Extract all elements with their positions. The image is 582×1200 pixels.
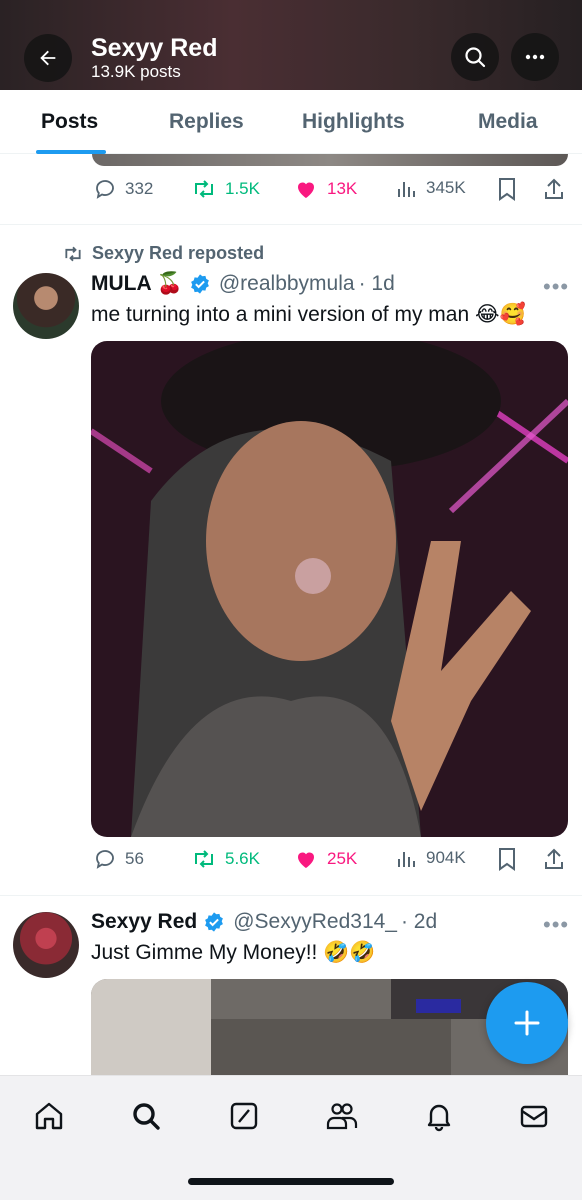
tweet-more-icon[interactable]: ••• [543,912,569,938]
search-button[interactable] [451,33,499,81]
views-icon [398,182,415,197]
verified-badge-icon [205,912,224,932]
repost-icon [65,246,81,261]
repost-count: 5.6K [225,849,260,868]
tweet-more-icon[interactable]: ••• [543,274,569,300]
repost-icon [195,180,213,198]
tab-media[interactable]: Media [478,110,538,134]
share-icon [545,178,563,199]
tab-replies[interactable]: Replies [169,110,244,134]
views-button[interactable]: 904K [396,847,466,869]
tweet-media[interactable] [92,154,568,166]
bookmark-button[interactable] [497,177,525,201]
reply-icon [96,850,114,869]
nav-messages[interactable] [516,1098,552,1134]
profile-tabs: Posts Replies Highlights Media [0,90,582,154]
views-icon [398,852,415,867]
nav-search[interactable] [128,1098,164,1134]
tweet-actions: 56 5.6K 25K 904K [0,847,582,877]
nav-grok[interactable] [226,1098,262,1134]
reply-icon [96,180,114,199]
compose-button[interactable] [486,982,568,1064]
like-button[interactable]: 13K [293,177,357,201]
tab-highlights[interactable]: Highlights [302,110,405,134]
tweet-time: · 1d [358,272,395,295]
back-button[interactable] [24,34,72,82]
search-icon [133,1103,160,1130]
author-name[interactable]: Sexyy Red [91,910,197,934]
tweet-text: me turning into a mini version of my man… [91,303,526,326]
author-name[interactable]: MULA 🍒 [91,272,183,296]
repost-count: 1.5K [225,179,260,198]
heart-icon [298,852,314,868]
repost-label-text: Sexyy Red reposted [92,243,265,263]
communities-icon [326,1103,358,1130]
more-button[interactable] [511,33,559,81]
post-count: 13.9K posts [91,62,181,81]
view-count: 345K [426,178,466,197]
tweet-author-row: MULA 🍒 @realbbymula · 1d [91,272,395,296]
reply-button[interactable]: 332 [93,177,153,201]
mail-icon [520,1105,548,1128]
search-icon [465,47,486,68]
profile-name: Sexyy Red [91,34,218,62]
tweet-media[interactable] [91,341,568,837]
author-handle[interactable]: @realbbymula [219,272,355,296]
reply-button[interactable]: 56 [93,847,144,871]
bookmark-icon [499,848,515,871]
tweet-time: · 2d [400,910,438,933]
more-icon [525,54,545,60]
views-button[interactable]: 345K [396,177,466,199]
tweet-actions: 332 1.5K 13K 345K [0,177,582,207]
divider [0,895,582,896]
nav-notifications[interactable] [421,1098,457,1134]
tweet-author-row: Sexyy Red @SexyyRed314_ · 2d [91,910,437,934]
like-count: 25K [327,849,358,868]
profile-header: Sexyy Red 13.9K posts [0,0,582,90]
like-count: 13K [327,179,358,198]
reply-count: 56 [125,849,144,868]
repost-button[interactable]: 1.5K [191,177,260,201]
author-handle[interactable]: @SexyyRed314_ [233,910,397,934]
tweet-text: Just Gimme My Money!! 🤣🤣 [91,941,376,964]
share-button[interactable] [543,177,573,201]
tab-posts[interactable]: Posts [41,110,98,134]
repost-label: Sexyy Red reposted [62,243,264,264]
home-icon [35,1102,63,1130]
bookmark-icon [499,178,515,201]
arrow-left-icon [40,50,56,66]
reply-count: 332 [125,179,154,198]
like-button[interactable]: 25K [293,847,357,871]
home-indicator [188,1178,394,1185]
nav-home[interactable] [31,1098,67,1134]
grok-icon [230,1102,258,1130]
plus-icon [514,1010,540,1036]
repost-button[interactable]: 5.6K [191,847,260,871]
share-icon [545,848,563,869]
heart-icon [298,182,314,198]
avatar[interactable] [13,273,79,339]
bookmark-button[interactable] [497,847,525,871]
tweet-photo [91,341,568,837]
share-button[interactable] [543,847,573,871]
bell-icon [427,1104,451,1132]
view-count: 904K [426,848,466,867]
divider [0,224,582,225]
repost-icon [195,850,213,868]
nav-communities[interactable] [324,1098,360,1134]
verified-badge-icon [190,274,209,294]
avatar[interactable] [13,912,79,978]
